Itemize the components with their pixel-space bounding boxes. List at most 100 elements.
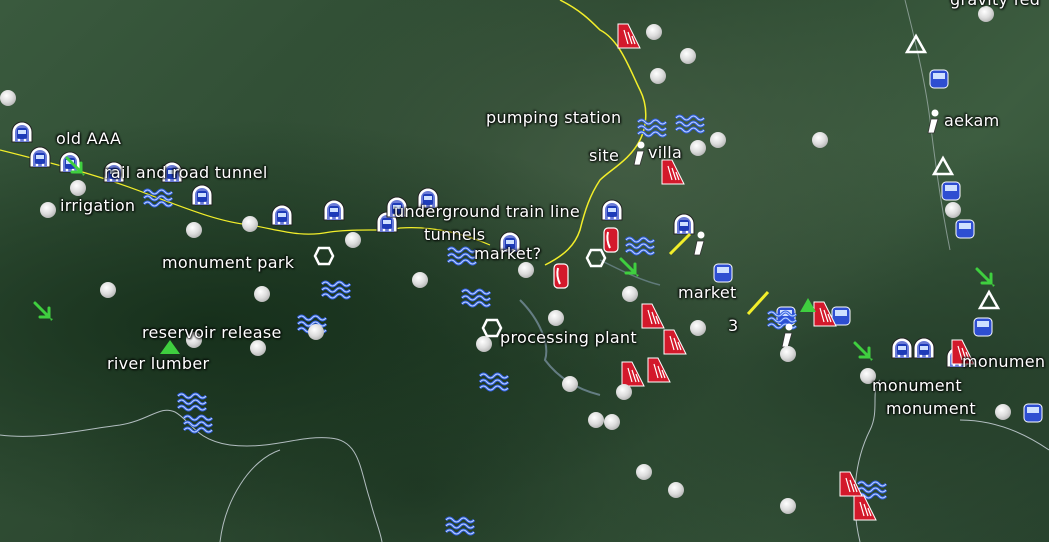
train-icon[interactable]: [1023, 403, 1043, 423]
placemark-dot-icon[interactable]: [780, 346, 796, 362]
info-icon[interactable]: [781, 323, 793, 348]
waterfall-icon[interactable]: [647, 357, 671, 383]
placemark-dot-icon[interactable]: [636, 464, 652, 480]
waterfall-icon[interactable]: [663, 329, 687, 355]
placemark-dot-icon[interactable]: [548, 310, 564, 326]
placemark-dot-icon[interactable]: [710, 132, 726, 148]
waterfall-icon[interactable]: [617, 23, 641, 49]
hexagon-marker-icon[interactable]: [313, 246, 335, 266]
hexagon-marker-icon[interactable]: [585, 248, 607, 268]
train-icon[interactable]: [713, 263, 733, 283]
waterfall-icon[interactable]: [661, 159, 685, 185]
train-tunnel-icon[interactable]: [323, 199, 345, 221]
placemark-dot-icon[interactable]: [308, 324, 324, 340]
placemark-label[interactable]: market: [678, 283, 737, 302]
placemark-dot-icon[interactable]: [70, 180, 86, 196]
tree-icon[interactable]: [160, 340, 180, 354]
train-icon[interactable]: [973, 317, 993, 337]
waterfall-icon[interactable]: [621, 361, 645, 387]
placemark-dot-icon[interactable]: [622, 286, 638, 302]
placemark-dot-icon[interactable]: [945, 202, 961, 218]
placemark-dot-icon[interactable]: [604, 414, 620, 430]
water-waves-icon[interactable]: [446, 246, 478, 266]
water-waves-icon[interactable]: [624, 236, 656, 256]
placemark-dot-icon[interactable]: [186, 222, 202, 238]
train-tunnel-icon[interactable]: [891, 337, 913, 359]
down-right-arrow-icon[interactable]: [975, 267, 997, 289]
placemark-dot-icon[interactable]: [646, 24, 662, 40]
water-waves-icon[interactable]: [478, 372, 510, 392]
placemark-dot-icon[interactable]: [690, 320, 706, 336]
down-right-arrow-icon[interactable]: [33, 301, 55, 323]
train-icon[interactable]: [929, 69, 949, 89]
train-icon[interactable]: [955, 219, 975, 239]
placemark-label[interactable]: site: [589, 146, 619, 165]
placemark-label[interactable]: processing plant: [500, 328, 637, 347]
placemark-dot-icon[interactable]: [254, 286, 270, 302]
water-waves-icon[interactable]: [182, 414, 214, 434]
waterfall-icon[interactable]: [641, 303, 665, 329]
placemark-dot-icon[interactable]: [690, 140, 706, 156]
placemark-dot-icon[interactable]: [995, 404, 1011, 420]
placemark-dot-icon[interactable]: [412, 272, 428, 288]
waterfall-icon[interactable]: [853, 495, 877, 521]
phone-icon[interactable]: [603, 227, 619, 253]
placemark-dot-icon[interactable]: [812, 132, 828, 148]
placemark-dot-icon[interactable]: [562, 376, 578, 392]
placemark-label[interactable]: 3: [728, 316, 738, 335]
placemark-dot-icon[interactable]: [0, 90, 16, 106]
placemark-label[interactable]: market?: [474, 244, 541, 263]
water-waves-icon[interactable]: [142, 188, 174, 208]
water-waves-icon[interactable]: [460, 288, 492, 308]
satellite-map[interactable]: old AAA rail and road tunnel irrigation …: [0, 0, 1049, 542]
placemark-dot-icon[interactable]: [100, 282, 116, 298]
placemark-dot-icon[interactable]: [588, 412, 604, 428]
placemark-dot-icon[interactable]: [250, 340, 266, 356]
phone-icon[interactable]: [553, 263, 569, 289]
info-icon[interactable]: [633, 141, 645, 166]
placemark-label[interactable]: underground train line: [394, 202, 580, 221]
water-waves-icon[interactable]: [320, 280, 352, 300]
train-tunnel-icon[interactable]: [271, 204, 293, 226]
water-waves-icon[interactable]: [176, 392, 208, 412]
placemark-label[interactable]: monument park: [162, 253, 294, 272]
train-tunnel-icon[interactable]: [11, 121, 33, 143]
placemark-label[interactable]: reservoir release: [142, 323, 282, 342]
placemark-label[interactable]: monument: [872, 376, 962, 395]
triangle-marker-icon[interactable]: [932, 156, 954, 176]
train-tunnel-icon[interactable]: [29, 146, 51, 168]
placemark-dot-icon[interactable]: [616, 384, 632, 400]
water-waves-icon[interactable]: [444, 516, 476, 536]
placemark-dot-icon[interactable]: [476, 336, 492, 352]
placemark-label[interactable]: old AAA: [56, 129, 121, 148]
down-right-arrow-icon[interactable]: [853, 341, 875, 363]
train-tunnel-icon[interactable]: [913, 337, 935, 359]
placemark-label[interactable]: pumping station: [486, 108, 621, 127]
info-icon[interactable]: [693, 231, 705, 256]
placemark-label[interactable]: tunnels: [424, 225, 485, 244]
water-waves-icon[interactable]: [636, 118, 668, 138]
triangle-marker-icon[interactable]: [978, 290, 1000, 310]
train-tunnel-icon[interactable]: [673, 213, 695, 235]
placemark-dot-icon[interactable]: [650, 68, 666, 84]
water-waves-icon[interactable]: [674, 114, 706, 134]
placemark-dot-icon[interactable]: [345, 232, 361, 248]
placemark-label[interactable]: river lumber: [107, 354, 209, 373]
placemark-label[interactable]: irrigation: [60, 196, 135, 215]
placemark-label[interactable]: villa: [648, 143, 682, 162]
placemark-dot-icon[interactable]: [680, 48, 696, 64]
placemark-label[interactable]: aekam: [944, 111, 1000, 130]
placemark-dot-icon[interactable]: [40, 202, 56, 218]
placemark-dot-icon[interactable]: [242, 216, 258, 232]
placemark-dot-icon[interactable]: [518, 262, 534, 278]
train-tunnel-icon[interactable]: [601, 199, 623, 221]
train-icon[interactable]: [941, 181, 961, 201]
placemark-label[interactable]: gravity fed: [950, 0, 1040, 9]
placemark-label[interactable]: monument: [886, 399, 976, 418]
placemark-dot-icon[interactable]: [780, 498, 796, 514]
placemark-label[interactable]: rail and road tunnel: [104, 163, 268, 182]
hexagon-marker-icon[interactable]: [481, 318, 503, 338]
placemark-label[interactable]: monumen: [962, 352, 1045, 371]
train-tunnel-icon[interactable]: [191, 184, 213, 206]
down-right-arrow-icon[interactable]: [619, 257, 641, 279]
